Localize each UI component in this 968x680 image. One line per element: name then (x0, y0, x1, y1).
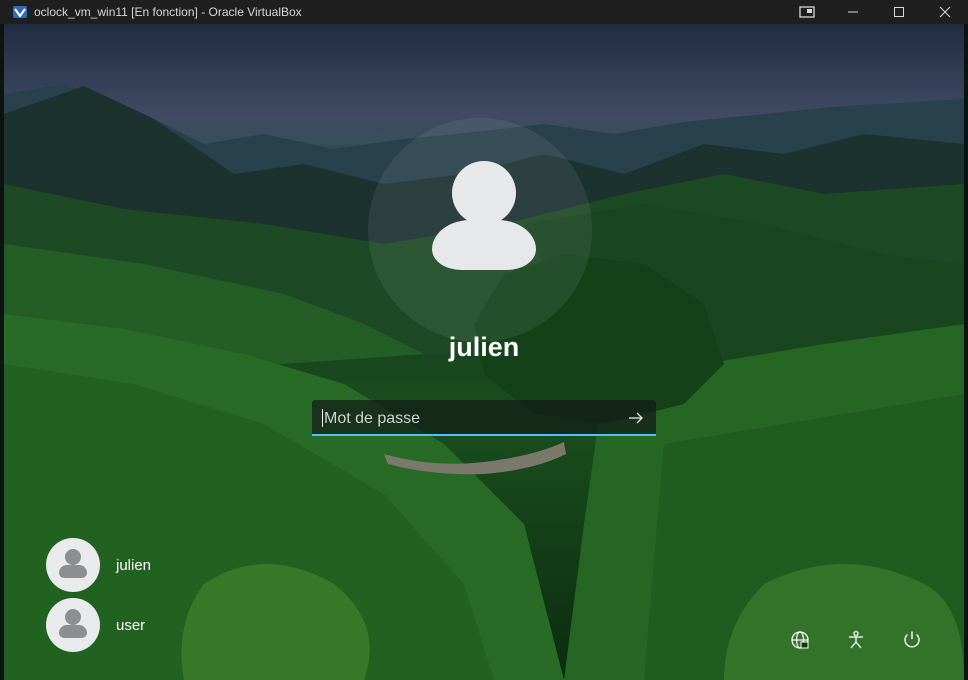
username-label: julien (448, 332, 520, 362)
power-button[interactable] (900, 628, 924, 652)
close-icon (939, 6, 951, 18)
user-avatar-icon (46, 538, 100, 592)
accessibility-button[interactable] (844, 628, 868, 652)
accessibility-icon (849, 630, 863, 649)
maximize-icon (894, 7, 904, 17)
user-list-name: user (116, 616, 146, 634)
user-avatar-head (452, 161, 516, 225)
avatar-body-shape (59, 565, 87, 578)
avatar-body-shape (59, 625, 87, 638)
network-icon (791, 631, 809, 649)
user-avatar-body (432, 220, 536, 270)
avatar-head-shape (65, 549, 81, 565)
vm-settings-button[interactable] (784, 0, 830, 24)
user-list-item-user[interactable]: user (46, 598, 145, 652)
close-button[interactable] (922, 0, 968, 24)
virtualbox-icon (13, 6, 27, 18)
network-button[interactable] (788, 628, 812, 652)
host-titlebar: oclock_vm_win11 [En fonction] - Oracle V… (0, 0, 968, 24)
password-field[interactable] (312, 400, 656, 436)
minimize-icon (848, 11, 858, 13)
window-controls (784, 0, 968, 24)
password-input[interactable] (322, 407, 616, 431)
arrow-right-icon (629, 412, 643, 424)
user-list-name: julien (116, 556, 152, 574)
submit-button[interactable] (626, 408, 646, 428)
avatar-head-shape (65, 609, 81, 625)
vm-settings-icon (799, 6, 815, 18)
maximize-button[interactable] (876, 0, 922, 24)
window-title: oclock_vm_win11 [En fonction] - Oracle V… (34, 5, 302, 19)
user-avatar-icon (46, 598, 100, 652)
vm-screen[interactable]: julien julien user (4, 24, 964, 680)
power-icon (904, 631, 920, 648)
minimize-button[interactable] (830, 0, 876, 24)
user-list-item-julien[interactable]: julien (46, 538, 151, 592)
